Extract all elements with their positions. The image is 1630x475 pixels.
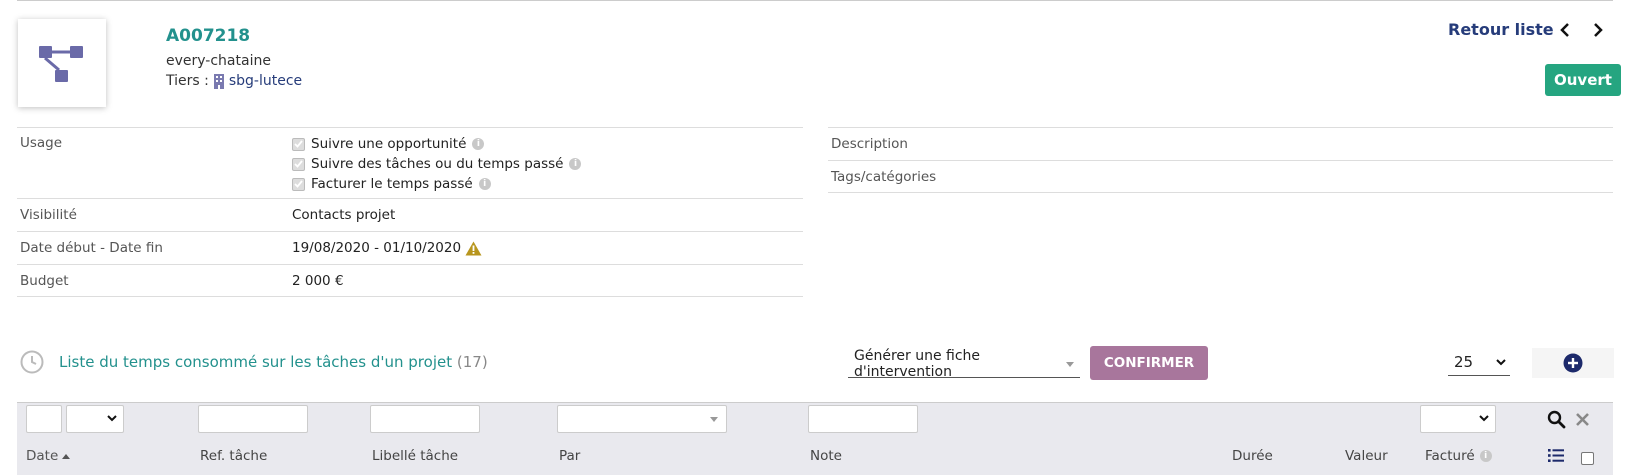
tiers-line: Tiers : sbg-lutece bbox=[166, 73, 302, 89]
field-row-dates: Date début - Date fin 19/08/2020 - 01/10… bbox=[17, 231, 803, 264]
clock-icon bbox=[20, 350, 44, 374]
filter-month-select[interactable] bbox=[66, 405, 124, 433]
column-valeur[interactable]: Valeur bbox=[1345, 448, 1388, 464]
checkbox-bill-time[interactable] bbox=[292, 177, 305, 191]
usage-values: Suivre une opportunité i Suivre des tâch… bbox=[272, 134, 803, 198]
usage-label: Usage bbox=[20, 135, 63, 151]
mass-action-select[interactable]: Générer une fiche d'intervention bbox=[848, 347, 1080, 380]
column-ref-tache[interactable]: Ref. tâche bbox=[200, 448, 267, 464]
dates-label: Date début - Date fin bbox=[20, 240, 163, 256]
checkbox-opportunity[interactable] bbox=[292, 137, 305, 151]
usage-option-label: Facturer le temps passé bbox=[311, 176, 473, 192]
project-tree-icon bbox=[39, 46, 83, 82]
project-logo bbox=[18, 19, 106, 107]
column-par[interactable]: Par bbox=[559, 448, 580, 464]
confirm-button[interactable]: CONFIRMER bbox=[1090, 346, 1208, 380]
info-icon: i bbox=[472, 138, 485, 150]
field-row-usage: Usage Suivre une opportunité i Suivre de… bbox=[17, 127, 803, 198]
column-note[interactable]: Note bbox=[810, 448, 842, 464]
time-list-title: Liste du temps consommé sur les tâches d… bbox=[59, 353, 488, 371]
next-button[interactable] bbox=[1588, 20, 1608, 40]
add-time-button[interactable] bbox=[1532, 348, 1614, 378]
filter-par-select[interactable] bbox=[557, 405, 727, 433]
status-badge: Ouvert bbox=[1545, 64, 1621, 96]
previous-button[interactable] bbox=[1555, 20, 1575, 40]
column-facture[interactable]: Facturé i bbox=[1425, 448, 1492, 464]
chevron-down-icon bbox=[1479, 415, 1489, 422]
usage-option: Facturer le temps passé i bbox=[292, 174, 803, 194]
info-icon: i bbox=[1479, 450, 1492, 462]
filter-ref-tache-input[interactable] bbox=[198, 405, 308, 433]
visibility-value: Contacts projet bbox=[292, 207, 396, 223]
tiers-link[interactable]: sbg-lutece bbox=[229, 73, 302, 89]
back-to-list-link[interactable]: Retour liste bbox=[1448, 20, 1554, 39]
time-list-title-text: Liste du temps consommé sur les tâches d… bbox=[59, 353, 453, 371]
page-size-select[interactable]: 25 bbox=[1448, 348, 1510, 376]
caret-down-icon bbox=[710, 417, 718, 422]
time-list-count: (17) bbox=[456, 353, 488, 371]
clear-filter-icon[interactable] bbox=[1575, 412, 1590, 427]
filter-note-input[interactable] bbox=[808, 405, 918, 433]
list-columns-icon[interactable] bbox=[1548, 449, 1564, 462]
check-icon bbox=[294, 180, 303, 188]
visibility-label: Visibilité bbox=[20, 207, 77, 223]
budget-value: 2 000 € bbox=[292, 272, 344, 289]
column-duree[interactable]: Durée bbox=[1232, 448, 1273, 464]
top-divider bbox=[17, 0, 1613, 1]
description-label: Description bbox=[828, 127, 1613, 160]
select-all-checkbox[interactable] bbox=[1581, 452, 1594, 465]
filter-libelle-input[interactable] bbox=[370, 405, 480, 433]
caret-down-icon bbox=[1066, 362, 1074, 367]
dates-value: 19/08/2020 - 01/10/2020 bbox=[292, 240, 462, 256]
filter-facture-select[interactable] bbox=[1420, 405, 1496, 433]
project-ref: A007218 bbox=[166, 26, 251, 46]
usage-option: Suivre des tâches ou du temps passé i bbox=[292, 154, 803, 174]
tiers-label: Tiers : bbox=[166, 73, 209, 89]
project-name: every-chataine bbox=[166, 53, 271, 69]
mass-action-value: Générer une fiche d'intervention bbox=[854, 347, 981, 380]
budget-label: Budget bbox=[20, 272, 69, 289]
check-icon bbox=[294, 140, 303, 148]
field-row-visibility: Visibilité Contacts projet bbox=[17, 198, 803, 231]
field-row-budget: Budget 2 000 € bbox=[17, 264, 803, 297]
filter-day-input[interactable] bbox=[26, 405, 62, 433]
info-icon: i bbox=[478, 178, 491, 190]
building-icon bbox=[213, 73, 224, 89]
project-fields-left: Usage Suivre une opportunité i Suivre de… bbox=[17, 127, 803, 297]
sort-asc-icon bbox=[62, 453, 71, 459]
warning-icon bbox=[465, 241, 482, 255]
check-icon bbox=[294, 160, 303, 168]
project-fields-right: Description Tags/catégories bbox=[828, 127, 1613, 193]
checkbox-tasks[interactable] bbox=[292, 157, 305, 171]
info-icon: i bbox=[569, 158, 582, 170]
usage-option-label: Suivre des tâches ou du temps passé bbox=[311, 156, 564, 172]
plus-circle-icon bbox=[1563, 353, 1583, 373]
chevron-left-icon bbox=[1560, 23, 1569, 37]
usage-option-label: Suivre une opportunité bbox=[311, 136, 467, 152]
column-libelle-tache[interactable]: Libellé tâche bbox=[372, 448, 458, 464]
chevron-down-icon bbox=[107, 415, 117, 422]
column-date[interactable]: Date bbox=[26, 448, 71, 464]
dates-value-wrap: 19/08/2020 - 01/10/2020 bbox=[272, 240, 803, 256]
search-icon[interactable] bbox=[1547, 410, 1566, 429]
page-size-value: 25 bbox=[1454, 352, 1474, 371]
chevron-right-icon bbox=[1594, 23, 1603, 37]
usage-option: Suivre une opportunité i bbox=[292, 134, 803, 154]
chevron-down-icon bbox=[1496, 359, 1506, 366]
tags-label: Tags/catégories bbox=[828, 160, 1613, 193]
